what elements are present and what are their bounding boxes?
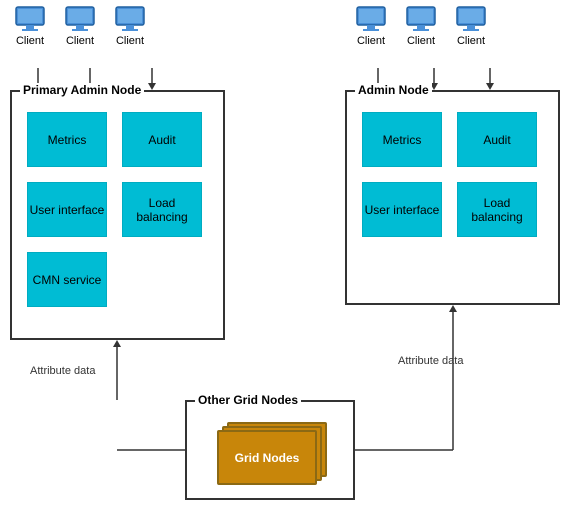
other-grid-nodes-title: Other Grid Nodes [195, 393, 301, 407]
metrics-left-label: Metrics [48, 133, 87, 147]
primary-admin-node-box: Primary Admin Node Metrics Audit User in… [10, 90, 225, 340]
monitor-icon [405, 5, 437, 33]
client-left-1: Client [14, 5, 46, 47]
diagram: Client Client Client [0, 0, 572, 530]
client-left-3-label: Client [116, 35, 144, 47]
audit-left-tile: Audit [122, 112, 202, 167]
clients-right-group: Client Client Client [355, 5, 487, 47]
userinterface-left-tile: User interface [27, 182, 107, 237]
client-right-3: Client [455, 5, 487, 47]
monitor-icon [455, 5, 487, 33]
client-right-2-label: Client [407, 35, 435, 47]
clients-left-group: Client Client Client [14, 5, 146, 47]
other-grid-nodes-box: Other Grid Nodes Grid Nodes [185, 400, 355, 500]
primary-admin-node-title: Primary Admin Node [20, 83, 144, 97]
client-right-3-label: Client [457, 35, 485, 47]
admin-node-title: Admin Node [355, 83, 432, 97]
cmn-label: CMN service [33, 273, 102, 287]
admin-node-box: Admin Node Metrics Audit User interface … [345, 90, 560, 305]
audit-right-tile: Audit [457, 112, 537, 167]
audit-left-label: Audit [148, 133, 175, 147]
audit-right-label: Audit [483, 133, 510, 147]
client-left-2: Client [64, 5, 96, 47]
attribute-data-right-label: Attribute data [398, 355, 463, 367]
loadbalancing-left-tile: Load balancing [122, 182, 202, 237]
userinterface-left-label: User interface [30, 203, 105, 217]
userinterface-right-label: User interface [365, 203, 440, 217]
monitor-icon [64, 5, 96, 33]
monitor-icon [14, 5, 46, 33]
metrics-left-tile: Metrics [27, 112, 107, 167]
loadbalancing-left-label: Load balancing [123, 196, 201, 224]
metrics-right-tile: Metrics [362, 112, 442, 167]
loadbalancing-right-tile: Load balancing [457, 182, 537, 237]
client-left-3: Client [114, 5, 146, 47]
client-right-1-label: Client [357, 35, 385, 47]
loadbalancing-right-label: Load balancing [458, 196, 536, 224]
monitor-icon [355, 5, 387, 33]
client-right-1: Client [355, 5, 387, 47]
cmn-tile: CMN service [27, 252, 107, 307]
grid-nodes-label: Grid Nodes [235, 451, 300, 465]
monitor-icon [114, 5, 146, 33]
client-right-2: Client [405, 5, 437, 47]
attribute-data-left-label: Attribute data [30, 365, 95, 377]
client-left-2-label: Client [66, 35, 94, 47]
userinterface-right-tile: User interface [362, 182, 442, 237]
metrics-right-label: Metrics [383, 133, 422, 147]
client-left-1-label: Client [16, 35, 44, 47]
grid-node-card-front: Grid Nodes [217, 430, 317, 485]
